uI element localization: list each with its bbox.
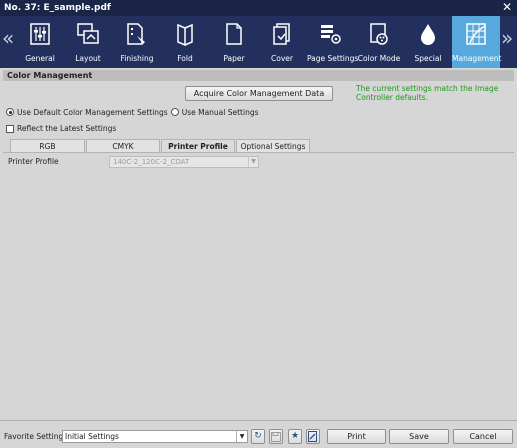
color-mode-icon [370,23,388,45]
scroll-right-icon[interactable]: » [501,28,513,48]
scroll-left-icon[interactable]: « [2,28,14,48]
footer-divider [0,420,517,421]
printer-profile-value: 140C-2_120C-2_COAT [113,158,190,166]
reflect-latest-label: Reflect the Latest Settings [17,124,117,133]
favorite-setting-value: Initial Settings [65,432,119,441]
printer-profile-select[interactable]: 140C-2_120C-2_COAT ▼ [109,156,259,168]
paper-icon [226,23,242,45]
tab-divider [3,152,514,153]
floppy-disk-icon [271,432,281,442]
layout-icon [77,23,99,44]
tab-rgb[interactable]: RGB [10,139,85,153]
chevron-down-icon: ▼ [248,157,258,167]
tab-bar: RGB CMYK Printer Profile Optional Settin… [10,139,311,153]
management-icon [466,23,486,45]
radio-manual-settings[interactable] [170,108,179,116]
radio-manual-label: Use Manual Settings [181,107,259,117]
window-titlebar: No. 37: E_sample.pdf ✕ [0,0,517,16]
tab-special-label: Special [414,54,442,63]
add-favorite-button[interactable]: ★ [288,429,302,444]
tab-page-settings-label: Page Settings [307,54,359,63]
finishing-icon [127,23,145,45]
save-button[interactable]: Save [389,429,449,444]
star-icon: ★ [290,431,300,441]
tab-general[interactable]: General [16,16,64,68]
tab-general-label: General [25,54,55,63]
cover-icon [273,23,290,45]
tab-management-label: Management [452,54,502,63]
window-title: No. 37: E_sample.pdf [4,3,111,13]
tab-finishing[interactable]: Finishing [113,16,161,68]
printer-profile-label: Printer Profile [8,157,59,166]
tab-special[interactable]: Special [404,16,452,68]
tab-management[interactable]: Management [452,16,502,68]
tab-color-mode-label: Color Mode [357,54,401,63]
tab-finishing-label: Finishing [120,54,154,63]
sliders-icon [30,23,50,45]
edit-favorite-button[interactable] [306,429,320,444]
print-button[interactable]: Print [327,429,386,444]
fold-icon [177,23,193,47]
toolbar: « General Layout Finishing Fold Paper Co… [0,16,517,68]
reflect-latest-row: Reflect the Latest Settings [6,124,116,133]
tab-fold[interactable]: Fold [161,16,209,68]
color-settings-radio-group: Use Default Color Management Settings Us… [6,107,259,117]
save-favorite-button[interactable] [269,429,283,444]
tab-color-mode[interactable]: Color Mode [355,16,403,68]
tab-layout[interactable]: Layout [64,16,112,68]
favorite-setting-label: Favorite Setting [4,432,64,441]
tab-cover-label: Cover [271,54,293,63]
section-header: Color Management [3,70,514,81]
cancel-button[interactable]: Cancel [453,429,513,444]
tab-layout-label: Layout [75,54,101,63]
acquire-color-management-data-button[interactable]: Acquire Color Management Data [185,86,333,101]
droplet-icon [421,24,435,45]
tab-cmyk[interactable]: CMYK [86,139,160,153]
chevron-down-icon: ▼ [236,431,247,442]
favorite-setting-select[interactable]: Initial Settings ▼ [62,430,248,443]
radio-default-settings[interactable] [6,108,14,116]
edit-document-icon [308,431,317,442]
close-icon[interactable]: ✕ [502,0,512,15]
status-message: The current settings match the Image Con… [356,84,499,102]
page-settings-icon [321,25,341,44]
tab-printer-profile[interactable]: Printer Profile [161,139,235,153]
radio-default-label: Use Default Color Management Settings [17,107,168,117]
tab-page-settings[interactable]: Page Settings [307,16,359,68]
refresh-icon: ↻ [254,431,262,441]
tab-optional-settings[interactable]: Optional Settings [236,139,310,153]
tab-fold-label: Fold [177,54,193,63]
tab-paper-label: Paper [223,54,245,63]
refresh-button[interactable]: ↻ [251,429,265,444]
reflect-latest-checkbox[interactable] [6,124,14,133]
tab-cover[interactable]: Cover [258,16,306,68]
tab-paper[interactable]: Paper [210,16,258,68]
